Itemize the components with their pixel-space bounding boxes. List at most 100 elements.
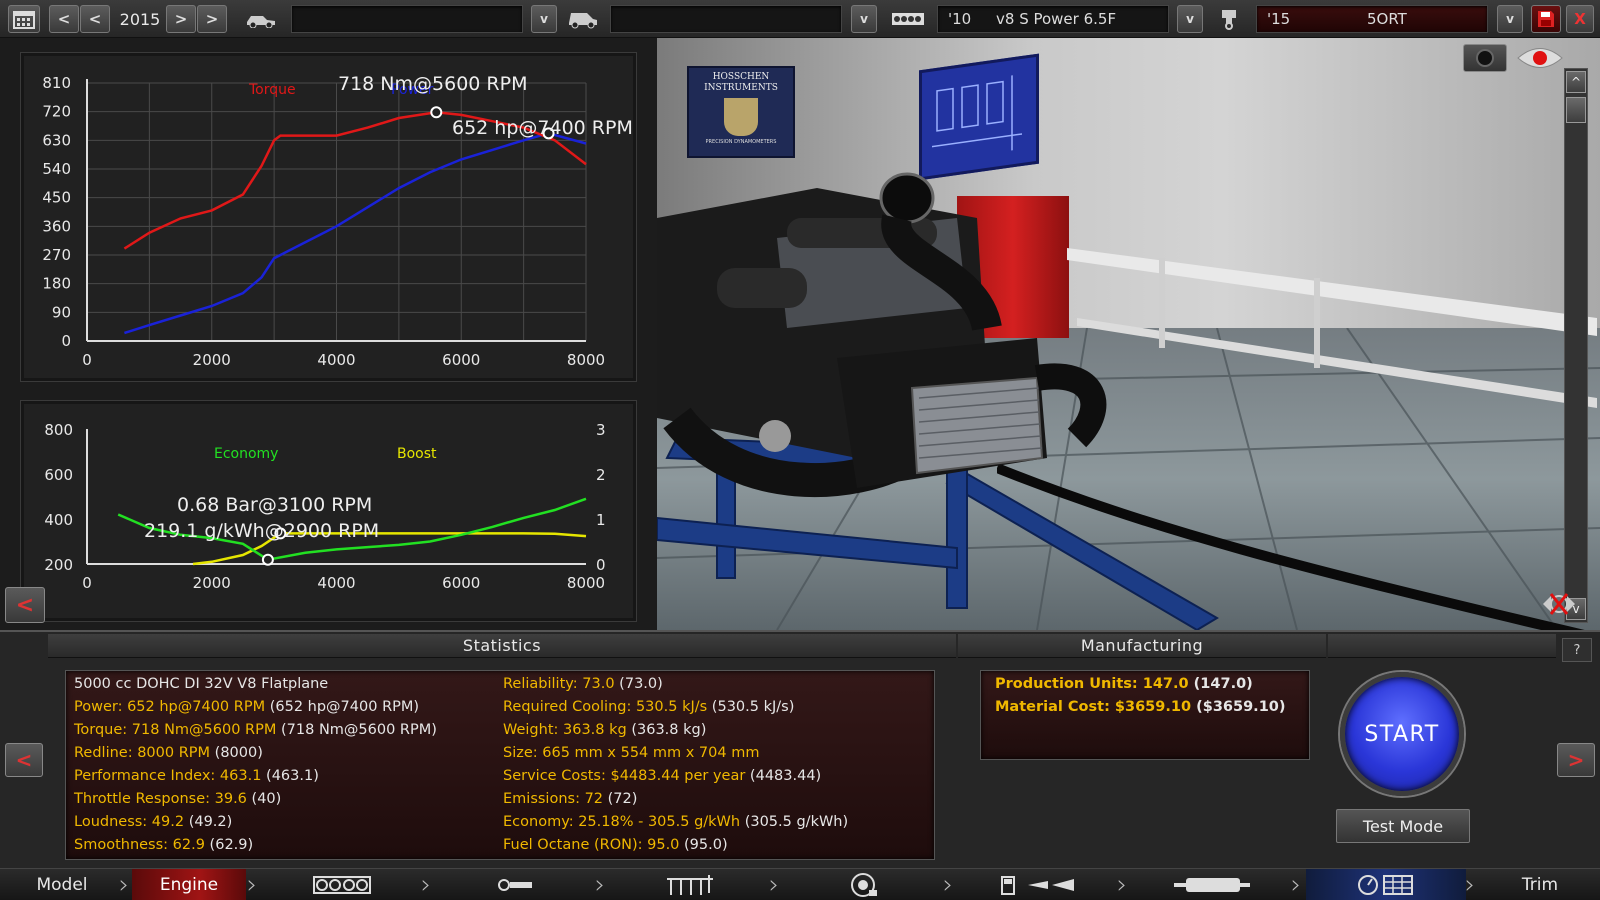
stat-label: Economy: 25.18% - 305.5 g/kWh bbox=[503, 814, 741, 830]
stat-label: Size: 665 mm x 554 mm x 704 mm bbox=[503, 745, 760, 761]
stat-value: (4483.44) bbox=[745, 768, 822, 784]
eye-icon[interactable] bbox=[1515, 44, 1565, 72]
engine-year: '10 bbox=[948, 10, 972, 28]
nav-fuel-icon[interactable] bbox=[958, 869, 1118, 900]
car-icon bbox=[244, 5, 278, 33]
stat-label: Throttle Response: 39.6 bbox=[74, 791, 247, 807]
designer-nav-bar: Model › Engine › › › › › › › › Trim bbox=[0, 868, 1600, 900]
nav-dyno-icon[interactable] bbox=[1306, 869, 1466, 900]
van-icon bbox=[566, 5, 600, 33]
stat-value: (62.9) bbox=[204, 837, 254, 853]
nav-turbo-icon[interactable] bbox=[784, 869, 944, 900]
y-right-tick-label: 0 bbox=[596, 556, 606, 574]
x-tick-label: 2000 bbox=[193, 574, 231, 592]
boost-peak-label: 0.68 Bar@3100 RPM bbox=[177, 494, 372, 516]
stat-value: (95.0) bbox=[679, 837, 728, 853]
x-tick-label: 6000 bbox=[442, 351, 480, 369]
stat-row: Redline: 8000 RPM (8000) bbox=[74, 745, 263, 761]
stat-label: Weight: 363.8 kg bbox=[503, 722, 627, 738]
x-tick-label: 0 bbox=[82, 351, 92, 369]
page-next-button[interactable]: > bbox=[1557, 743, 1595, 777]
y-left-tick-label: 200 bbox=[44, 556, 73, 574]
x-tick-label: 2000 bbox=[193, 351, 231, 369]
dyno-poster: HOSSCHEN INSTRUMENTS PRECISION DYNAMOMET… bbox=[687, 66, 795, 158]
nav-exhaust-icon[interactable] bbox=[1132, 869, 1292, 900]
stat-row: Production Units: 147.0 (147.0) bbox=[995, 676, 1253, 692]
nav-chevron-icon: › bbox=[768, 870, 780, 900]
y-right-tick-label: 2 bbox=[596, 466, 606, 484]
torque-power-plot: 810 720 630 540 450 360 270 180 90 00 2000 4000 6000… bbox=[42, 73, 633, 369]
stat-label: Fuel Octane (RON): 95.0 bbox=[503, 837, 680, 853]
stat-label: Material Cost: $3659.10 bbox=[995, 699, 1192, 715]
stat-label: 5000 cc DOHC DI 32V V8 Flatplane bbox=[74, 676, 329, 692]
nav-chevron-icon: › bbox=[594, 870, 606, 900]
engine-3d-viewport[interactable]: HOSSCHEN INSTRUMENTS PRECISION DYNAMOMET… bbox=[657, 38, 1600, 630]
start-button[interactable]: START bbox=[1340, 672, 1464, 796]
year-next-button[interactable]: > bbox=[166, 5, 196, 33]
year-prev-fast-button[interactable]: < bbox=[49, 5, 79, 33]
test-mode-button[interactable]: Test Mode bbox=[1336, 809, 1470, 843]
y-tick-label: 720 bbox=[42, 103, 71, 121]
stat-label: Loudness: 49.2 bbox=[74, 814, 185, 830]
viewport-scrollbar[interactable]: ^ v bbox=[1564, 68, 1588, 623]
scroll-thumb[interactable] bbox=[1566, 97, 1586, 123]
nav-trim[interactable]: Trim bbox=[1480, 869, 1600, 900]
scroll-up-button[interactable]: ^ bbox=[1566, 71, 1586, 93]
stat-row: Smoothness: 62.9 (62.9) bbox=[74, 837, 253, 853]
stat-label: Required Cooling: 530.5 kJ/s bbox=[503, 699, 708, 715]
stat-value: (305.5 g/kWh) bbox=[740, 814, 849, 830]
nav-engine[interactable]: Engine bbox=[132, 869, 246, 900]
x-tick-label: 0 bbox=[82, 574, 92, 592]
piston-icon bbox=[1214, 5, 1244, 33]
engine-select[interactable]: '10 v8 S Power 6.5F bbox=[937, 5, 1169, 33]
stat-row: Fuel Octane (RON): 95.0 (95.0) bbox=[503, 837, 728, 853]
x-tick-label: 6000 bbox=[442, 574, 480, 592]
stat-value: ($3659.10) bbox=[1191, 699, 1286, 715]
page-prev-button[interactable]: < bbox=[5, 743, 43, 777]
boost-legend: Boost bbox=[397, 446, 437, 462]
poster-shield-icon bbox=[724, 98, 758, 136]
car-model-dropdown-button[interactable]: v bbox=[531, 5, 557, 33]
engine-dropdown-button[interactable]: v bbox=[1177, 5, 1203, 33]
stat-value: (363.8 kg) bbox=[626, 722, 707, 738]
power-peak-label: 652 hp@7400 RPM bbox=[452, 117, 633, 139]
x-tick-label: 8000 bbox=[567, 351, 605, 369]
stat-row: Required Cooling: 530.5 kJ/s (530.5 kJ/s… bbox=[503, 699, 794, 715]
help-button[interactable]: ? bbox=[1562, 638, 1592, 662]
stat-value: (652 hp@7400 RPM) bbox=[265, 699, 420, 715]
y-right-tick-label: 1 bbox=[596, 511, 606, 529]
calendar-icon[interactable] bbox=[8, 5, 40, 33]
statistics-header: Statistics bbox=[48, 634, 956, 658]
nav-model[interactable]: Model bbox=[0, 869, 124, 900]
stat-value: (40) bbox=[246, 791, 282, 807]
stat-row: Torque: 718 Nm@5600 RPM (718 Nm@5600 RPM… bbox=[74, 722, 437, 738]
y-tick-label: 630 bbox=[42, 131, 71, 149]
save-icon[interactable] bbox=[1531, 5, 1561, 33]
actions-header bbox=[1328, 634, 1556, 658]
record-icon[interactable] bbox=[1463, 44, 1507, 72]
variant-year: '15 bbox=[1267, 10, 1291, 28]
stat-row: Service Costs: $4483.44 per year (4483.4… bbox=[503, 768, 821, 784]
economy-peak-label: 219.1 g/kWh@2900 RPM bbox=[144, 520, 379, 542]
stat-value: (8000) bbox=[210, 745, 263, 761]
nav-head-icon[interactable] bbox=[610, 869, 770, 900]
car-model-select[interactable] bbox=[291, 5, 523, 33]
stat-row: Economy: 25.18% - 305.5 g/kWh (305.5 g/k… bbox=[503, 814, 848, 830]
stat-label: Production Units: 147.0 bbox=[995, 676, 1189, 692]
reset-view-icon[interactable] bbox=[1537, 586, 1581, 622]
stat-value: (718 Nm@5600 RPM) bbox=[276, 722, 437, 738]
trim-select[interactable] bbox=[610, 5, 842, 33]
close-button[interactable]: X bbox=[1566, 5, 1594, 33]
nav-block-icon[interactable] bbox=[262, 869, 422, 900]
stat-row: Weight: 363.8 kg (363.8 kg) bbox=[503, 722, 706, 738]
variant-dropdown-button[interactable]: v bbox=[1497, 5, 1523, 33]
variant-select[interactable]: '15 5ORT bbox=[1256, 5, 1488, 33]
year-next-fast-button[interactable]: > bbox=[197, 5, 227, 33]
engine-name: v8 S Power 6.5F bbox=[996, 10, 1117, 28]
stat-row: Size: 665 mm x 554 mm x 704 mm bbox=[503, 745, 759, 761]
trim-dropdown-button[interactable]: v bbox=[851, 5, 877, 33]
nav-crank-icon[interactable] bbox=[436, 869, 596, 900]
stat-value: (530.5 kJ/s) bbox=[707, 699, 795, 715]
year-prev-button[interactable]: < bbox=[80, 5, 110, 33]
charts-collapse-button[interactable]: < bbox=[5, 587, 45, 623]
